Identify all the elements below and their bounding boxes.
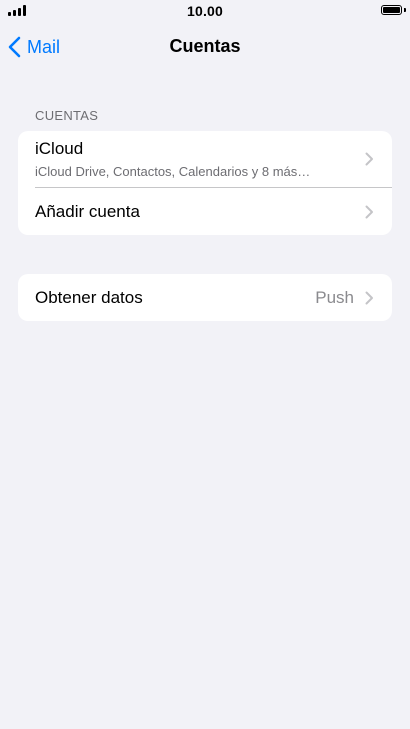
battery-tip [404, 8, 406, 12]
fetch-data-title: Obtener datos [35, 288, 143, 307]
accounts-group: iCloud iCloud Drive, Contactos, Calendar… [18, 131, 392, 235]
chevron-right-icon [365, 205, 373, 219]
status-bar: 10.00 [0, 0, 410, 24]
page-title: Cuentas [169, 36, 241, 56]
chevron-right-icon [365, 152, 373, 166]
navigation-bar: Mail Cuentas [0, 24, 410, 68]
icloud-account-title: iCloud [35, 139, 84, 158]
icloud-account-subtitle: iCloud Drive, Contactos, Calendarios y 8… [35, 164, 311, 179]
status-time: 10.00 [186, 3, 224, 19]
add-account-title: Añadir cuenta [35, 202, 140, 221]
accounts-section-header: CUENTAS [35, 108, 99, 123]
fetch-data-value: Push [315, 288, 354, 307]
add-account-row[interactable]: Añadir cuenta [18, 188, 392, 235]
battery-full-icon [381, 5, 402, 15]
fetch-data-group: Obtener datos Push [18, 274, 392, 321]
fetch-data-row[interactable]: Obtener datos Push [18, 274, 392, 321]
chevron-right-icon [365, 291, 373, 305]
icloud-account-row[interactable]: iCloud iCloud Drive, Contactos, Calendar… [18, 131, 392, 187]
